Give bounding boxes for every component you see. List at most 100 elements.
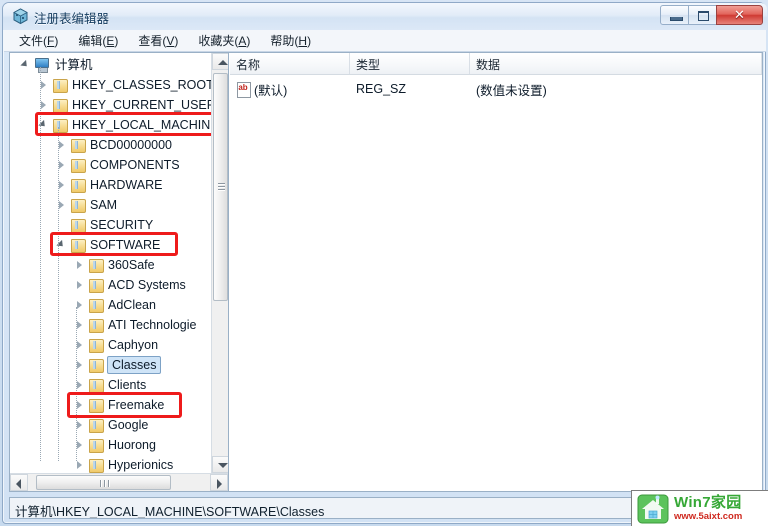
expand-triangle-icon[interactable] — [54, 195, 70, 215]
folder-icon — [70, 158, 86, 173]
folder-icon — [88, 418, 104, 433]
folder-icon — [52, 78, 68, 93]
registry-editor-window: 注册表编辑器 ✕ 文件(F) 编辑(E) 查看(V) 收藏夹(A) 帮助(H) 计算机 — [0, 0, 768, 526]
expand-triangle-icon[interactable] — [72, 455, 88, 473]
tree-node-label: BCD00000000 — [90, 138, 173, 152]
menu-item-2[interactable]: 查看(V) — [129, 30, 187, 51]
tree-vscroll-thumb[interactable] — [213, 73, 228, 301]
tree-guide-line-2 — [76, 307, 77, 461]
registry-values-pane[interactable]: 名称类型数据 (默认) REG_SZ (数值未设置) — [230, 53, 762, 491]
window-controls: ✕ — [660, 5, 763, 25]
tree-node-label: ACD Systems — [108, 278, 186, 292]
expand-triangle-icon[interactable] — [54, 175, 70, 195]
close-icon: ✕ — [734, 7, 745, 22]
thumb-grip-icon — [99, 480, 109, 487]
client-area: 计算机 HKEY_CLASSES_ROOT HKEY_CURRENT_USER HKE… — [9, 52, 763, 492]
folder-icon — [88, 398, 104, 413]
window-frame: 注册表编辑器 ✕ 文件(F) 编辑(E) 查看(V) 收藏夹(A) 帮助(H) 计算机 — [2, 2, 768, 526]
menu-item-4[interactable]: 帮助(H) — [261, 30, 320, 51]
expand-triangle-icon[interactable] — [72, 355, 88, 375]
expand-triangle-icon[interactable] — [72, 375, 88, 395]
tree-node-label: HKEY_CLASSES_ROOT — [72, 78, 212, 92]
value-type-cell: REG_SZ — [356, 82, 407, 96]
tree-node-label: AdClean — [108, 298, 156, 312]
folder-icon — [88, 258, 104, 273]
green-house-icon — [637, 494, 669, 524]
tree-node-label: Google — [108, 418, 149, 432]
value-name-cell: (默认) — [230, 80, 350, 99]
expand-triangle-icon[interactable] — [72, 415, 88, 435]
expand-triangle-icon[interactable] — [72, 335, 88, 355]
expand-triangle-icon[interactable] — [54, 155, 70, 175]
tree-node-label: 360Safe — [108, 258, 155, 272]
folder-icon — [70, 218, 86, 233]
menu-item-1[interactable]: 编辑(E) — [69, 30, 127, 51]
column-header-1[interactable]: 类型 — [350, 53, 470, 74]
close-button[interactable]: ✕ — [716, 5, 763, 25]
column-header-0[interactable]: 名称 — [230, 53, 350, 74]
collapse-triangle-icon[interactable] — [18, 55, 34, 75]
tree-vertical-scrollbar[interactable] — [211, 53, 228, 473]
folder-icon — [88, 278, 104, 293]
expand-triangle-icon[interactable] — [54, 135, 70, 155]
window-title: 注册表编辑器 — [34, 12, 110, 26]
list-row[interactable]: (默认) REG_SZ (数值未设置) — [230, 78, 762, 100]
list-header: 名称 类型 数据 — [230, 53, 762, 75]
minimize-icon — [670, 17, 683, 21]
tree-node-label: COMPONENTS — [90, 158, 180, 172]
registry-editor-icon — [12, 8, 29, 25]
thumb-grip-icon — [218, 183, 225, 191]
column-header-2[interactable]: 数据 — [470, 53, 762, 74]
no-children-spacer — [54, 215, 70, 235]
tree-node-label: HARDWARE — [90, 178, 163, 192]
tree-scroll-port: 计算机 HKEY_CLASSES_ROOT HKEY_CURRENT_USER HKE… — [10, 53, 212, 473]
scroll-down-arrow-icon[interactable] — [212, 456, 228, 473]
expand-triangle-icon[interactable] — [36, 75, 52, 95]
folder-icon — [70, 238, 86, 253]
tree-horizontal-scrollbar[interactable] — [10, 473, 228, 491]
expand-triangle-icon[interactable] — [72, 315, 88, 335]
menu-item-3[interactable]: 收藏夹(A) — [189, 30, 259, 51]
expand-triangle-icon[interactable] — [72, 395, 88, 415]
string-value-icon — [236, 81, 251, 98]
tree-hscroll-thumb[interactable] — [36, 475, 171, 490]
folder-icon — [52, 118, 68, 133]
scroll-right-arrow-icon[interactable] — [210, 474, 228, 491]
collapse-triangle-icon[interactable] — [36, 115, 52, 135]
registry-tree-pane[interactable]: 计算机 HKEY_CLASSES_ROOT HKEY_CURRENT_USER HKE… — [10, 53, 229, 491]
watermark-text: Win7家园 www.5aixt.com — [674, 495, 742, 523]
tree-node-label: Freemake — [108, 398, 165, 412]
folder-icon — [88, 298, 104, 313]
folder-icon — [88, 458, 104, 473]
list-body: (默认) REG_SZ (数值未设置) — [230, 78, 762, 100]
tree-node-label: SAM — [90, 198, 118, 212]
tree-node-label: SECURITY — [90, 218, 154, 232]
scroll-left-arrow-icon[interactable] — [10, 474, 28, 491]
tree-guide-line-1 — [58, 127, 59, 461]
tree-node-label: Huorong — [108, 438, 156, 452]
folder-icon — [88, 378, 104, 393]
expand-triangle-icon[interactable] — [72, 435, 88, 455]
computer-icon — [34, 57, 51, 73]
expand-triangle-icon[interactable] — [72, 255, 88, 275]
tree-guide-line-0 — [40, 67, 41, 461]
tree-node-label: 计算机 — [55, 58, 93, 72]
folder-icon — [70, 198, 86, 213]
folder-icon — [88, 318, 104, 333]
folder-icon — [88, 338, 104, 353]
title-bar[interactable]: 注册表编辑器 ✕ — [3, 3, 767, 30]
value-name-label: (默认) — [254, 83, 288, 98]
minimize-button[interactable] — [660, 5, 689, 25]
expand-triangle-icon[interactable] — [36, 95, 52, 115]
collapse-triangle-icon[interactable] — [54, 235, 70, 255]
maximize-button[interactable] — [688, 5, 717, 25]
expand-triangle-icon[interactable] — [72, 275, 88, 295]
scroll-up-arrow-icon[interactable] — [212, 53, 228, 70]
folder-icon — [70, 138, 86, 153]
tree-node-label: ATI Technologie — [108, 318, 197, 332]
expand-triangle-icon[interactable] — [72, 295, 88, 315]
watermark-title: Win7家园 — [674, 494, 742, 511]
folder-icon — [70, 178, 86, 193]
menu-item-0[interactable]: 文件(F) — [10, 30, 67, 51]
folder-icon — [88, 438, 104, 453]
